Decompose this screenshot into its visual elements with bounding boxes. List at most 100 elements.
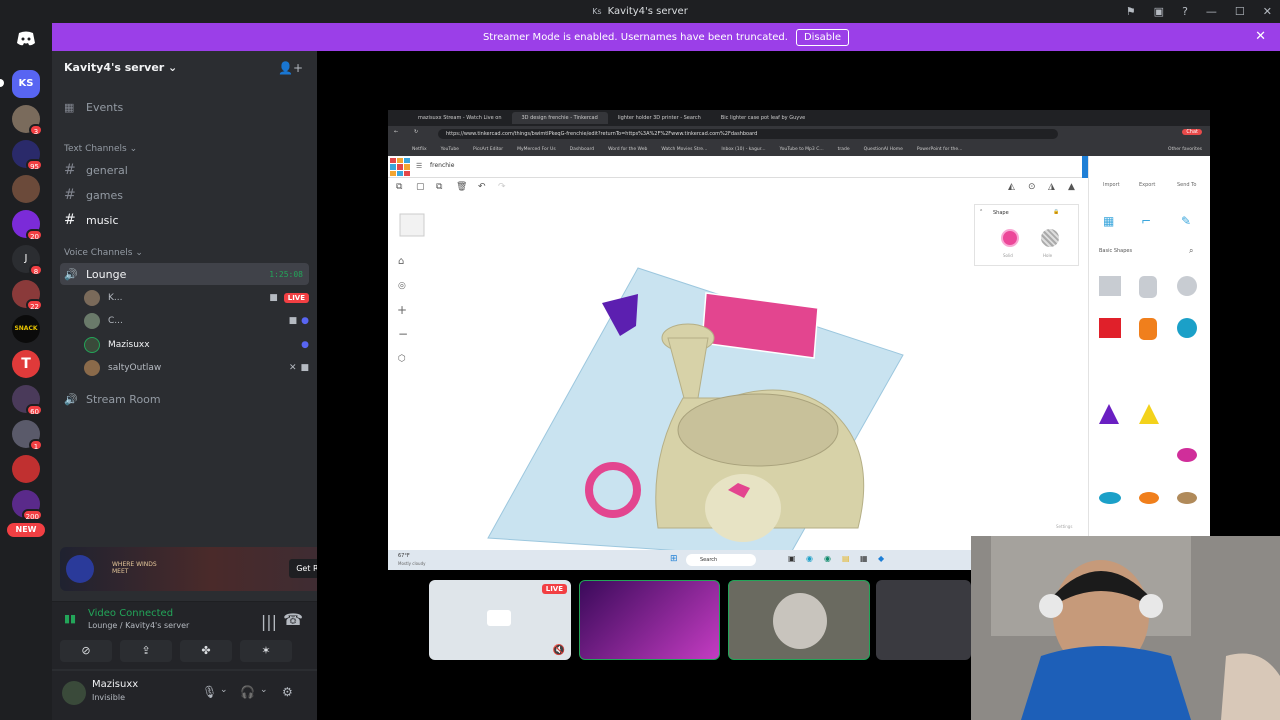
voice-channel-lounge[interactable]: 🔊 Lounge 1:25:08 — [60, 263, 309, 285]
taskbar-app-icon[interactable]: ▤ — [842, 554, 850, 563]
view-cube[interactable] — [399, 213, 425, 237]
microphone-icon[interactable]: 🎙 — [202, 685, 217, 699]
cylinder-shape[interactable] — [1139, 318, 1157, 340]
refresh-icon[interactable]: ↻ — [414, 129, 418, 135]
signal-icon[interactable]: ▮▮ — [64, 612, 76, 625]
export-button[interactable]: Export — [1139, 182, 1155, 188]
discord-logo-icon[interactable] — [14, 31, 38, 49]
voice-user[interactable]: K... ■ LIVE — [84, 288, 309, 308]
server-icon[interactable]: 3 — [12, 105, 43, 136]
align-icon[interactable]: ◮ — [1048, 182, 1055, 192]
screen-share-icon[interactable]: ▣ — [1154, 5, 1164, 18]
sphere-hole-shape[interactable] — [1177, 276, 1197, 296]
disconnect-icon[interactable]: ☎ — [283, 610, 303, 629]
box-hole-shape[interactable] — [1099, 276, 1121, 296]
browser-tab[interactable]: 3D design frenchie - Tinkercad — [511, 112, 608, 124]
back-icon[interactable]: ← — [394, 129, 398, 135]
delete-icon[interactable]: 🗑 — [456, 182, 467, 192]
server-icon[interactable] — [12, 175, 40, 203]
list-icon[interactable]: ☰ — [416, 162, 422, 170]
weather-temp[interactable]: 67°F — [398, 553, 410, 559]
paraboloid-shape[interactable] — [1177, 448, 1197, 462]
browser-tab[interactable]: lighter holder 3D printer - Search — [608, 112, 711, 124]
bookmark[interactable]: Watch Movies Stre... — [661, 147, 707, 152]
activities-button[interactable]: ✤ — [180, 640, 232, 662]
windows-start-icon[interactable]: ⊞ — [670, 554, 678, 564]
maximize-icon[interactable]: ☐ — [1235, 5, 1245, 18]
chevron-down-icon[interactable]: ⌄ — [220, 685, 228, 695]
bookmark[interactable]: Netflix — [412, 147, 427, 152]
lock-icon[interactable]: 🔒 — [1053, 209, 1059, 215]
help-icon[interactable]: ? — [1182, 5, 1188, 18]
taskbar-app-icon[interactable]: ◉ — [806, 554, 813, 563]
torus-shape[interactable] — [1099, 492, 1121, 504]
send-to-button[interactable]: Send To — [1177, 182, 1196, 188]
bookmark[interactable]: PowerPoint for the... — [917, 147, 963, 152]
bookmark[interactable]: MyMerced For Us — [517, 147, 556, 152]
bowl-rim-shape[interactable] — [677, 393, 839, 467]
taskbar-app-icon[interactable]: ▦ — [860, 554, 868, 563]
voice-user[interactable]: saltyOutlaw ✕ ■ — [84, 358, 309, 378]
duplicate-icon[interactable]: ⧉ — [436, 182, 442, 192]
undo-icon[interactable]: ↶ — [478, 182, 486, 192]
bookmark[interactable]: PicsArt Editor — [473, 147, 503, 152]
settings-link[interactable]: Settings — [1056, 524, 1072, 529]
text-channels-category[interactable]: Text Channels ⌄ — [64, 144, 137, 154]
browser-tab[interactable]: Bic lighter case pot leaf by Guyve — [711, 112, 815, 124]
paste-icon[interactable]: ▢ — [416, 182, 425, 192]
channel-games[interactable]: # games — [60, 184, 309, 206]
bookmark[interactable]: QuestionAI Home — [864, 147, 903, 152]
bookmark[interactable]: YouTube — [441, 147, 459, 152]
workplane-tool-icon[interactable]: ▦ — [1103, 214, 1114, 228]
taskbar-app-icon[interactable]: ◆ — [878, 554, 884, 563]
url-field[interactable]: https://www.tinkercad.com/things/bwimtIP… — [438, 129, 1058, 139]
solid-color-button[interactable] — [1001, 229, 1019, 247]
camera-off-button[interactable]: ⊘ — [60, 640, 112, 662]
taskbar-app-icon[interactable]: ◉ — [824, 554, 831, 563]
voice-user[interactable]: C... ■ ● — [84, 311, 309, 331]
settings-gear-icon[interactable]: ⚙ — [282, 685, 293, 699]
chevron-icon[interactable]: ⌃ — [979, 209, 983, 215]
browser-tab[interactable]: mazisuxx Stream - Watch Live on — [408, 112, 512, 124]
soundboard-button[interactable]: ✶ — [240, 640, 292, 662]
chat-button[interactable]: Chat — [1182, 129, 1202, 135]
voice-channels-category[interactable]: Voice Channels ⌄ — [64, 248, 143, 258]
taskbar-app-icon[interactable]: ▣ — [788, 554, 796, 563]
redo-icon[interactable]: ↷ — [498, 182, 506, 192]
shared-screen-stream[interactable]: mazisuxx Stream - Watch Live on 3D desig… — [388, 110, 1210, 570]
copy-icon[interactable]: ⧉ — [396, 182, 402, 192]
voice-channel-stream-room[interactable]: 🔊 Stream Room — [60, 388, 309, 410]
bookmark[interactable]: Word for the Web — [608, 147, 647, 152]
taskbar-search[interactable]: Search — [686, 554, 756, 566]
inbox-icon[interactable]: ⚑ — [1126, 5, 1136, 18]
close-banner-icon[interactable]: ✕ — [1255, 29, 1266, 44]
search-icon[interactable]: ⌕ — [1189, 246, 1193, 256]
events-item[interactable]: ▦ Events — [60, 96, 309, 118]
server-icon[interactable] — [12, 455, 40, 483]
server-icon[interactable]: SNACK — [12, 315, 40, 343]
voice-user[interactable]: Mazisuxx ● — [84, 335, 309, 355]
shape-library-select[interactable]: Basic Shapes — [1099, 248, 1132, 254]
bookmark[interactable]: Other favorites — [1168, 147, 1202, 152]
mirror-icon[interactable]: ◭ — [1008, 182, 1015, 192]
cone-shape[interactable] — [1099, 404, 1119, 424]
sphere-shape[interactable] — [1177, 318, 1197, 338]
flip-icon[interactable]: ▲ — [1068, 182, 1075, 192]
participant-video-tile[interactable] — [579, 580, 720, 660]
design-name[interactable]: frenchie — [430, 162, 454, 169]
username[interactable]: Mazisuxx — [92, 679, 138, 690]
promo-banner[interactable]: WHERE WINDS MEET Get Reward! — [60, 547, 361, 591]
server-icon[interactable]: 60 — [12, 385, 43, 416]
tube-shape[interactable] — [1139, 492, 1159, 504]
ring-shape[interactable] — [1177, 492, 1197, 504]
participant-video-tile[interactable] — [876, 580, 971, 660]
server-icon[interactable]: 22 — [12, 280, 43, 311]
close-window-icon[interactable]: ✕ — [1263, 5, 1272, 18]
channel-music[interactable]: # music — [60, 209, 309, 231]
box-shape[interactable] — [1099, 318, 1121, 338]
tinkercad-logo-icon[interactable] — [390, 158, 410, 176]
bookmark[interactable]: Inbox (10) - kagur... — [721, 147, 765, 152]
server-icon[interactable]: 95 — [12, 140, 43, 171]
pyramid-shape[interactable] — [1139, 404, 1159, 424]
stream-thumbnail[interactable]: LIVE 🔇 — [429, 580, 571, 660]
